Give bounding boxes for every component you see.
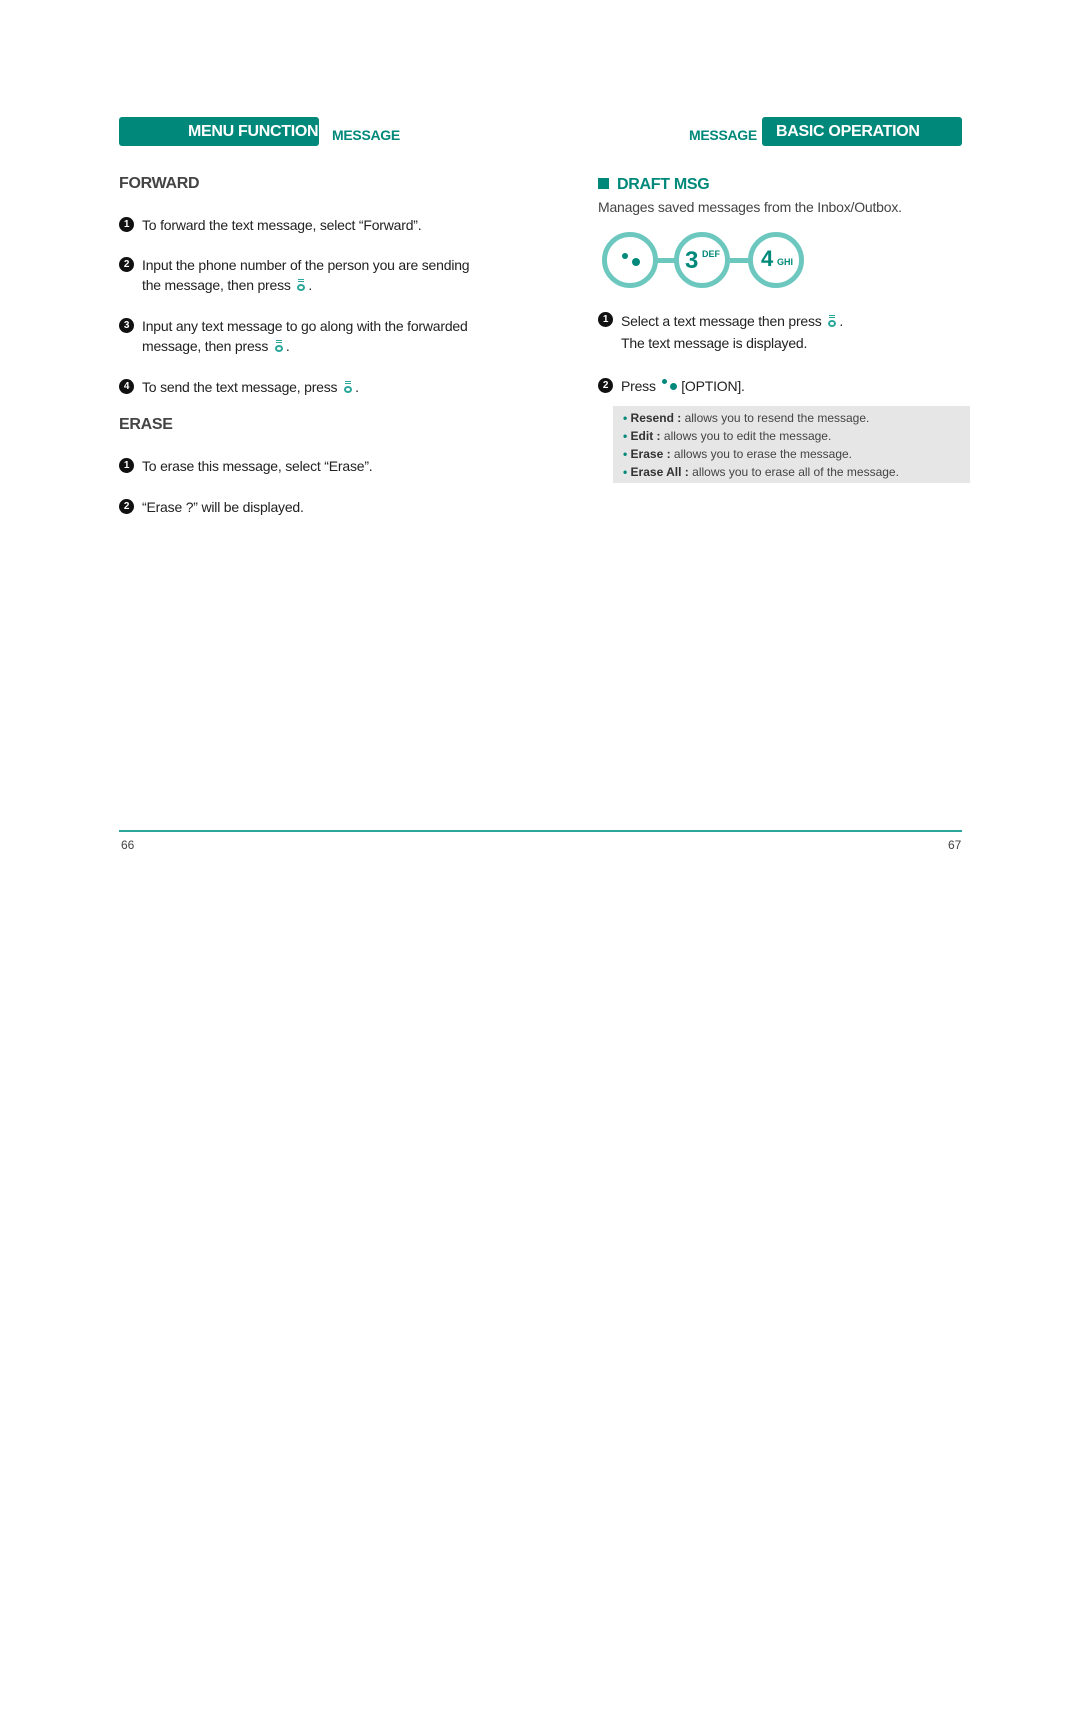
step-number-2: 2 bbox=[119, 257, 134, 272]
step-text-line2: the message, then press bbox=[142, 277, 291, 293]
step-end: . bbox=[285, 338, 290, 354]
step-end: . bbox=[839, 313, 844, 329]
option-name: Erase All : bbox=[630, 465, 689, 479]
option-desc: allows you to resend the message. bbox=[684, 411, 870, 425]
forward-step-4: 4 To send the text message, press . bbox=[119, 377, 519, 397]
step-text-line1: Select a text message then press bbox=[621, 313, 822, 329]
key-sequence: 3 DEF 4 GHI bbox=[602, 232, 822, 300]
key-connector bbox=[656, 258, 676, 263]
right-section-label: MESSAGE bbox=[689, 127, 757, 143]
option-desc: allows you to erase the message. bbox=[673, 447, 853, 461]
page-number-right: 67 bbox=[948, 838, 962, 852]
option-edit: • Edit : allows you to edit the message. bbox=[623, 427, 970, 445]
step-number-4: 4 bbox=[119, 379, 134, 394]
step-number-1: 1 bbox=[119, 458, 134, 473]
draft-step-1: 1 Select a text message then press . The… bbox=[598, 310, 958, 354]
step-number-1: 1 bbox=[119, 217, 134, 232]
key-4-icon: 4 GHI bbox=[748, 232, 804, 288]
draft-msg-heading: DRAFT MSG bbox=[598, 176, 710, 194]
draft-step-2: 2 Press [OPTION]. bbox=[598, 376, 958, 396]
step-text-after: [OPTION]. bbox=[681, 378, 745, 394]
option-erase: • Erase : allows you to erase the messag… bbox=[623, 445, 970, 463]
step-number-3: 3 bbox=[119, 318, 134, 333]
draft-msg-title: DRAFT MSG bbox=[617, 176, 710, 193]
forward-step-2: 2 Input the phone number of the person y… bbox=[119, 255, 519, 295]
step-number-1: 1 bbox=[598, 312, 613, 327]
menu-dots-key-icon bbox=[602, 232, 658, 288]
forward-heading: FORWARD bbox=[119, 175, 200, 192]
ok-key-icon bbox=[297, 279, 306, 291]
basic-operation-label: BASIC OPERATION bbox=[776, 123, 920, 140]
erase-heading: ERASE bbox=[119, 416, 173, 433]
option-name: Edit : bbox=[630, 429, 661, 443]
step-text: To forward the text message, select “For… bbox=[142, 217, 422, 233]
step-text-line2: The text message is displayed. bbox=[621, 335, 808, 351]
ok-key-icon bbox=[828, 315, 837, 327]
step-text: To erase this message, select “Erase”. bbox=[142, 458, 373, 474]
option-resend: • Resend : allows you to resend the mess… bbox=[623, 409, 970, 427]
key-3-letters: DEF bbox=[702, 249, 720, 259]
option-name: Resend : bbox=[630, 411, 682, 425]
ok-key-icon bbox=[274, 340, 283, 352]
step-text-line1: Input any text message to go along with … bbox=[142, 318, 468, 334]
key-4-letters: GHI bbox=[777, 257, 794, 267]
draft-msg-description: Manages saved messages from the Inbox/Ou… bbox=[598, 199, 902, 215]
bullet-icon: • bbox=[623, 447, 631, 461]
step-text: “Erase ?” will be displayed. bbox=[142, 499, 304, 515]
key-4-digit: 4 bbox=[761, 246, 774, 271]
step-number-2: 2 bbox=[119, 499, 134, 514]
bullet-icon: • bbox=[623, 465, 631, 479]
key-3-digit: 3 bbox=[685, 247, 699, 274]
bullet-icon: • bbox=[623, 411, 631, 425]
step-text-line2: message, then press bbox=[142, 338, 269, 354]
step-text-before: Press bbox=[621, 378, 656, 394]
option-desc: allows you to edit the message. bbox=[663, 429, 832, 443]
step-number-2: 2 bbox=[598, 378, 613, 393]
square-bullet-icon bbox=[598, 178, 609, 189]
page-number-left: 66 bbox=[121, 838, 135, 852]
erase-step-2: 2 “Erase ?” will be displayed. bbox=[119, 497, 499, 517]
basic-operation-tab: BASIC OPERATION bbox=[762, 117, 962, 146]
forward-step-3: 3 Input any text message to go along wit… bbox=[119, 316, 519, 356]
step-text-line1: Input the phone number of the person you… bbox=[142, 257, 470, 273]
options-box: • Resend : allows you to resend the mess… bbox=[613, 406, 970, 483]
bullet-icon: • bbox=[623, 429, 631, 443]
menu-function-label: MENU FUNCTION bbox=[188, 123, 319, 140]
option-desc: allows you to erase all of the message. bbox=[692, 465, 899, 479]
step-end: . bbox=[308, 277, 313, 293]
step-text: To send the text message, press bbox=[142, 379, 338, 395]
menu-dots-icon bbox=[660, 379, 678, 391]
footer-rule bbox=[119, 830, 962, 832]
option-erase-all: • Erase All : allows you to erase all of… bbox=[623, 463, 970, 481]
ok-key-icon bbox=[344, 381, 353, 393]
forward-step-1: 1 To forward the text message, select “F… bbox=[119, 215, 499, 235]
erase-step-1: 1 To erase this message, select “Erase”. bbox=[119, 456, 499, 476]
key-3-icon: 3 DEF bbox=[674, 232, 730, 288]
step-end: . bbox=[355, 379, 359, 395]
option-name: Erase : bbox=[630, 447, 671, 461]
menu-function-tab: MENU FUNCTION bbox=[119, 117, 319, 146]
key-connector bbox=[730, 258, 750, 263]
left-section-label: MESSAGE bbox=[332, 127, 400, 143]
